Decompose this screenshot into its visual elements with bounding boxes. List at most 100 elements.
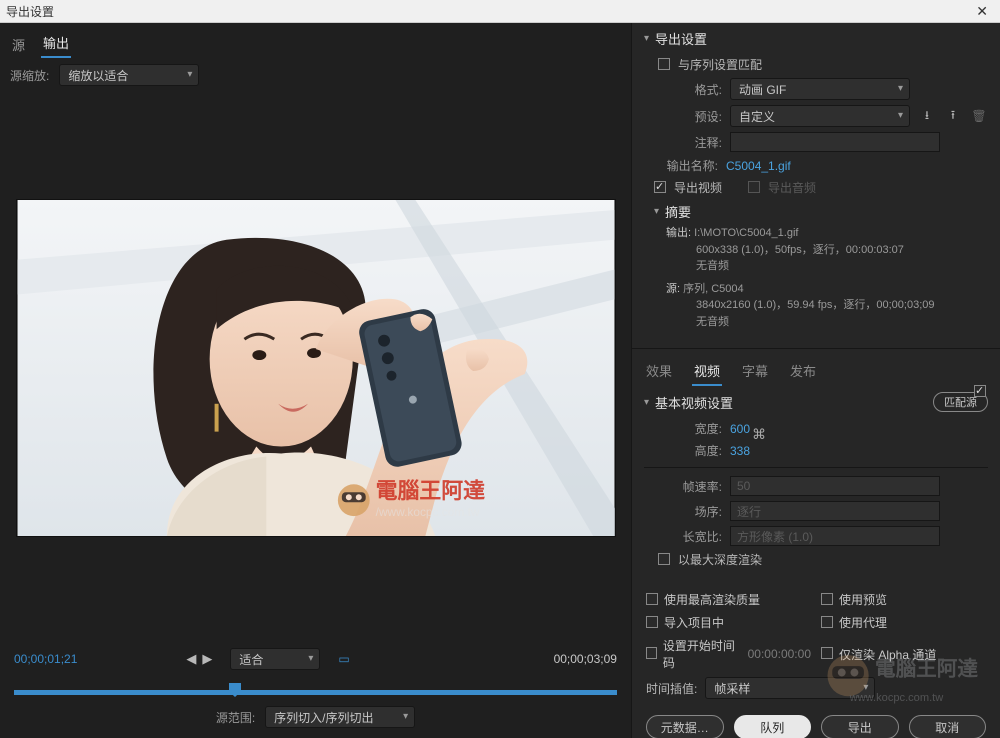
export-title: 导出设置 — [655, 29, 707, 48]
export-button[interactable]: 导出 — [821, 715, 899, 738]
summary-src-audio: 无音频 — [696, 316, 729, 328]
height-label: 高度: — [666, 442, 722, 459]
next-frame-icon[interactable]: ▶ — [202, 651, 212, 667]
tab-effects[interactable]: 效果 — [644, 357, 674, 386]
format-value: 动画 GIF — [739, 81, 786, 98]
match-sequence-label: 与序列设置匹配 — [678, 56, 762, 73]
set-timecode-label: 设置开始时间码 — [663, 637, 738, 671]
use-proxy-checkbox[interactable] — [821, 616, 833, 628]
summary-out-label: 输出: — [666, 227, 691, 239]
scale-label: 源缩放: — [10, 67, 49, 84]
timeline[interactable] — [14, 674, 617, 702]
comment-label: 注释: — [666, 134, 722, 151]
height-value[interactable]: 338 — [730, 444, 750, 458]
import-preset-icon[interactable]: ⭱ — [944, 107, 962, 125]
order-select: 逐行 — [730, 501, 940, 521]
fps-label: 帧速率: — [666, 478, 722, 495]
par-value: 方形像素 (1.0) — [737, 528, 813, 545]
basic-video-title: 基本视频设置 — [655, 393, 733, 412]
export-video-label: 导出视频 — [674, 179, 722, 196]
chevron-down-icon: ▾ — [644, 397, 649, 408]
queue-button[interactable]: 队列 — [734, 715, 812, 738]
range-label: 源范围: — [216, 709, 255, 726]
match-sequence-checkbox[interactable] — [658, 58, 670, 70]
par-label: 长宽比: — [666, 528, 722, 545]
tab-output[interactable]: 输出 — [41, 29, 71, 58]
summary-title: 摘要 — [665, 202, 691, 221]
max-depth-checkbox[interactable] — [658, 553, 670, 565]
preset-label: 预设: — [666, 108, 722, 125]
link-dimensions-icon[interactable]: ⌘ — [752, 426, 766, 443]
scale-select[interactable]: 缩放以适合 — [59, 64, 199, 86]
window-titlebar: 导出设置 ✕ — [0, 0, 1000, 23]
width-label: 宽度: — [666, 420, 722, 437]
format-select[interactable]: 动画 GIF — [730, 78, 910, 100]
window-title: 导出设置 — [6, 3, 54, 20]
preview-image: 電腦王阿達 /www.kocpc.com.tw — [17, 200, 615, 536]
aspect-icon[interactable]: ▭ — [338, 652, 349, 666]
preview-area: 電腦王阿達 /www.kocpc.com.tw — [0, 92, 631, 644]
export-audio-label: 导出音频 — [768, 179, 816, 196]
output-name-label: 输出名称: — [654, 157, 718, 174]
save-preset-icon[interactable]: ⭳ — [918, 107, 936, 125]
tab-captions[interactable]: 字幕 — [740, 357, 770, 386]
duration-timecode: 00;00;03;09 — [554, 652, 617, 666]
delete-preset-icon[interactable]: 🗑 — [970, 107, 988, 125]
preview-watermark-url: /www.kocpc.com.tw — [375, 505, 479, 519]
scale-value: 缩放以适合 — [68, 67, 128, 84]
fps-select: 50 — [730, 476, 940, 496]
preview-watermark-text: 電腦王阿達 — [375, 478, 484, 503]
tab-source[interactable]: 源 — [10, 31, 27, 58]
interp-label: 时间插值: — [646, 680, 697, 697]
use-proxy-label: 使用代理 — [839, 614, 887, 631]
timeline-track[interactable] — [14, 690, 617, 695]
fit-value: 适合 — [239, 651, 263, 668]
use-preview-label: 使用预览 — [839, 591, 887, 608]
max-quality-checkbox[interactable] — [646, 593, 658, 605]
range-select[interactable]: 序列切入/序列切出 — [265, 706, 415, 728]
start-timecode-value[interactable]: 00:00:00:00 — [748, 647, 811, 661]
summary-src-label: 源: — [666, 283, 680, 295]
tab-publish[interactable]: 发布 — [788, 357, 818, 386]
fit-select[interactable]: 适合 — [230, 648, 320, 670]
max-quality-label: 使用最高渲染质量 — [664, 591, 760, 608]
export-audio-checkbox — [748, 181, 760, 193]
prev-frame-icon[interactable]: ◀ — [186, 651, 196, 667]
comment-input[interactable] — [730, 132, 940, 152]
order-value: 逐行 — [737, 503, 761, 520]
summary-out-path: I:\MOTO\C5004_1.gif — [694, 227, 798, 239]
summary-out-size: 600x338 (1.0)，50fps，逐行，00:00:03:07 — [696, 244, 904, 256]
format-label: 格式: — [666, 81, 722, 98]
range-value: 序列切入/序列切出 — [274, 709, 373, 726]
summary-src-name: 序列, C5004 — [683, 283, 744, 295]
tab-video[interactable]: 视频 — [692, 357, 722, 386]
chevron-down-icon: ▾ — [654, 206, 659, 217]
metadata-button[interactable]: 元数据… — [646, 715, 724, 738]
close-icon[interactable]: ✕ — [970, 3, 994, 20]
interp-value: 帧采样 — [714, 680, 750, 697]
export-video-checkbox[interactable] — [654, 181, 666, 193]
import-project-label: 导入项目中 — [664, 614, 724, 631]
cancel-button[interactable]: 取消 — [909, 715, 987, 738]
import-project-checkbox[interactable] — [646, 616, 658, 628]
order-label: 场序: — [666, 503, 722, 520]
summary-block: 输出: I:\MOTO\C5004_1.gif 600x338 (1.0)，50… — [666, 225, 988, 330]
summary-src-size: 3840x2160 (1.0)，59.94 fps，逐行，00;00;03;09 — [696, 299, 934, 311]
par-match-checkbox[interactable] — [974, 385, 986, 397]
width-value[interactable]: 600 — [730, 422, 750, 436]
export-settings-head[interactable]: ▾ 导出设置 — [644, 29, 988, 48]
use-preview-checkbox[interactable] — [821, 593, 833, 605]
summary-out-audio: 无音频 — [696, 260, 729, 272]
output-name-link[interactable]: C5004_1.gif — [726, 159, 791, 173]
alpha-only-checkbox[interactable] — [821, 647, 833, 659]
set-timecode-checkbox[interactable] — [646, 647, 657, 659]
max-depth-label: 以最大深度渲染 — [678, 551, 762, 568]
preview-frame: 電腦王阿達 /www.kocpc.com.tw — [16, 199, 616, 537]
interp-select[interactable]: 帧采样 — [705, 677, 875, 699]
chevron-down-icon: ▾ — [644, 33, 649, 44]
fps-value: 50 — [737, 479, 750, 493]
preset-select[interactable]: 自定义 — [730, 105, 910, 127]
preset-value: 自定义 — [739, 108, 775, 125]
alpha-only-label: 仅渲染 Alpha 通道 — [839, 646, 936, 663]
playhead-timecode[interactable]: 00;00;01;21 — [14, 652, 77, 666]
